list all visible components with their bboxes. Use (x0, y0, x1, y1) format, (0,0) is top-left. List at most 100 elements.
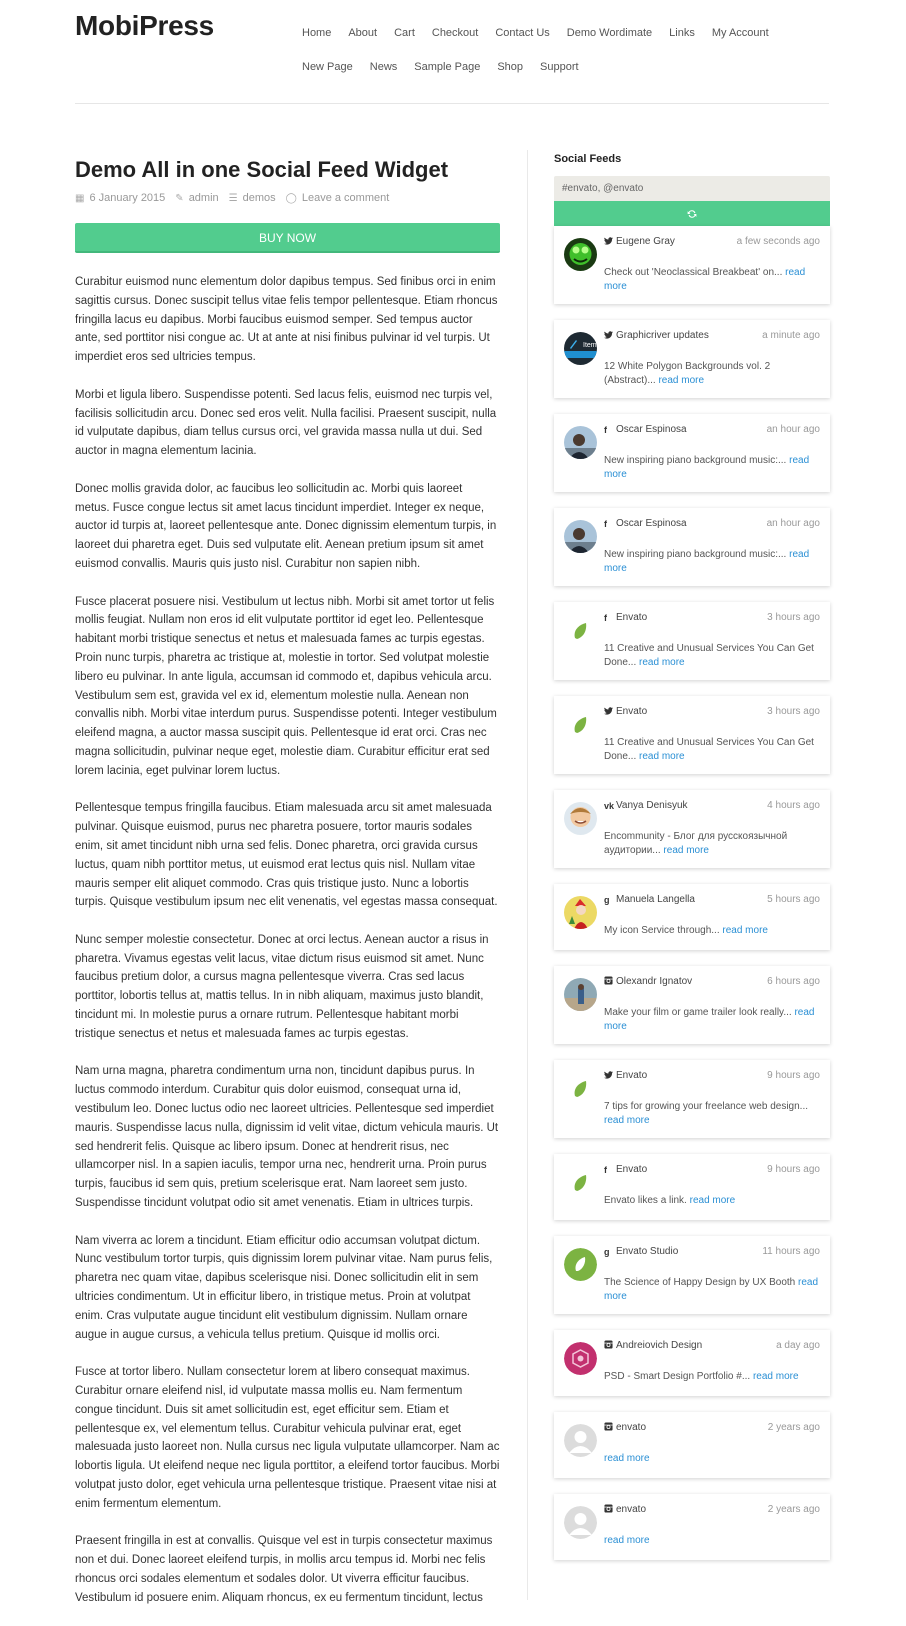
avatar[interactable] (564, 1248, 597, 1281)
site-logo[interactable]: MobiPress (75, 10, 214, 42)
feed-item: Olexandr Ignatov 6 hours ago Make your fil… (554, 966, 830, 1044)
read-more-link[interactable]: read more (722, 925, 768, 936)
post-author[interactable]: admin (189, 192, 219, 204)
avatar[interactable] (564, 1424, 597, 1457)
feed-text: My icon Service through... read more (604, 924, 820, 938)
feed-item: g Manuela Langella 5 hours ago My icon Serv… (554, 884, 830, 950)
nav-item[interactable]: Sample Page (414, 50, 480, 84)
read-more-link[interactable]: read more (604, 1535, 650, 1546)
post-meta: ▦ 6 January 2015 ✎ admin ☰ demos ◯ Leave a c… (75, 191, 500, 205)
post-category[interactable]: demos (243, 192, 276, 204)
post-date[interactable]: 6 January 2015 (89, 192, 165, 204)
feed-text: Check out 'Neoclassical Breakbeat' on...… (604, 266, 820, 294)
feed-item: Andreiovich Design a day ago PSD - Smart D… (554, 1330, 830, 1396)
feed-item-header: envato 2 years ago (604, 1504, 820, 1520)
nav-item[interactable]: Checkout (432, 16, 478, 50)
feed-author-name[interactable]: Envato (616, 612, 647, 623)
instagram-icon (604, 1340, 615, 1351)
feed-author: Graphicriver updates (604, 330, 709, 341)
feed-author-name[interactable]: envato (616, 1504, 646, 1515)
feed-text: 11 Creative and Unusual Services You Can… (604, 736, 820, 764)
avatar[interactable] (564, 802, 597, 835)
feed-author-name[interactable]: Olexandr Ignatov (616, 976, 692, 987)
feed-author-name[interactable]: Graphicriver updates (616, 330, 709, 341)
read-more-link[interactable]: read more (658, 375, 704, 386)
nav-item[interactable]: Shop (497, 50, 523, 84)
feed-item-header: Envato 3 hours ago (604, 706, 820, 722)
avatar[interactable] (564, 978, 597, 1011)
feed-author-name[interactable]: Oscar Espinosa (616, 518, 687, 529)
post-paragraph: Pellentesque tempus fringilla faucibus. … (75, 802, 498, 909)
instagram-icon (604, 1422, 615, 1433)
feed-author-name[interactable]: Vanya Denisyuk (616, 800, 688, 811)
nav-item[interactable]: My Account (712, 16, 769, 50)
feed-author-name[interactable]: Oscar Espinosa (616, 424, 687, 435)
nav-item[interactable]: Cart (394, 16, 415, 50)
avatar[interactable] (564, 238, 597, 271)
buy-now-button[interactable]: BUY NOW (75, 223, 500, 253)
nav-item[interactable]: About (348, 16, 377, 50)
nav-item[interactable]: Support (540, 50, 579, 84)
read-more-link[interactable]: read more (604, 1453, 650, 1464)
feed-time: a minute ago (762, 330, 820, 341)
nav-item[interactable]: Contact Us (495, 16, 549, 50)
feed-excerpt: PSD - Smart Design Portfolio #... (604, 1371, 751, 1382)
avatar[interactable] (564, 426, 597, 459)
read-more-link[interactable]: read more (690, 1195, 736, 1206)
post-paragraph: Praesent fringilla in est at convallis. … (75, 1535, 493, 1604)
avatar[interactable] (564, 1072, 597, 1105)
read-more-link[interactable]: read more (639, 657, 685, 668)
read-more-link[interactable]: read more (663, 845, 709, 856)
nav-item[interactable]: Home (302, 16, 331, 50)
refresh-button[interactable] (554, 201, 830, 226)
feed-query-input[interactable]: #envato, @envato (554, 176, 830, 201)
feed-author: g Manuela Langella (604, 894, 695, 905)
feed-author: f Oscar Espinosa (604, 424, 687, 435)
feed-author-name[interactable]: Andreiovich Design (616, 1340, 702, 1351)
feed-author-name[interactable]: Envato (616, 706, 647, 717)
feed-author-name[interactable]: envato (616, 1422, 646, 1433)
feed-item-header: f Envato 9 hours ago (604, 1164, 820, 1180)
avatar[interactable] (564, 896, 597, 929)
feed-item-header: vk Vanya Denisyuk 4 hours ago (604, 800, 820, 816)
feed-text: Envato likes a link. read more (604, 1194, 820, 1208)
avatar[interactable] (564, 1506, 597, 1539)
sidebar: Social Feeds #envato, @envato Eugene Gra… (554, 150, 830, 1576)
post-title: Demo All in one Social Feed Widget (75, 157, 449, 182)
feed-excerpt: My icon Service through... (604, 925, 720, 936)
feed-item-header: g Envato Studio 11 hours ago (604, 1246, 820, 1262)
refresh-icon (687, 209, 697, 218)
nav-item[interactable]: New Page (302, 50, 353, 84)
nav-item[interactable]: News (370, 50, 398, 84)
avatar[interactable] (564, 614, 597, 647)
avatar[interactable] (564, 1342, 597, 1375)
feed-author-name[interactable]: Envato Studio (616, 1246, 678, 1257)
avatar[interactable] (564, 1166, 597, 1199)
post-paragraph: Nunc semper molestie consectetur. Donec … (75, 933, 489, 1040)
feed-item-header: Olexandr Ignatov 6 hours ago (604, 976, 820, 992)
feed-author-name[interactable]: Envato (616, 1164, 647, 1175)
post-paragraph: Nam urna magna, pharetra condimentum urn… (75, 1065, 499, 1210)
feed-author-name[interactable]: Manuela Langella (616, 894, 695, 905)
feed-author-name[interactable]: Eugene Gray (616, 236, 675, 247)
feed-author-name[interactable]: Envato (616, 1070, 647, 1081)
read-more-link[interactable]: read more (753, 1371, 799, 1382)
feed-text: The Science of Happy Design by UX Booth … (604, 1276, 820, 1304)
feed-author: envato (604, 1422, 646, 1433)
feed-author: g Envato Studio (604, 1246, 678, 1257)
avatar[interactable]: Items (564, 332, 597, 365)
feed-excerpt: Envato likes a link. (604, 1195, 687, 1206)
avatar[interactable] (564, 520, 597, 553)
avatar[interactable] (564, 708, 597, 741)
nav-item[interactable]: Links (669, 16, 695, 50)
read-more-link[interactable]: read more (604, 1115, 650, 1126)
feed-time: 3 hours ago (767, 612, 820, 623)
leave-comment-link[interactable]: Leave a comment (302, 192, 389, 204)
feed-text: 12 White Polygon Backgrounds vol. 2 (Abs… (604, 360, 820, 388)
read-more-link[interactable]: read more (639, 751, 685, 762)
feed-text: PSD - Smart Design Portfolio #... read m… (604, 1370, 820, 1384)
feed-excerpt: 11 Creative and Unusual Services You Can… (604, 643, 814, 668)
nav-item[interactable]: Demo Wordimate (567, 16, 652, 50)
comment-icon: ◯ (285, 192, 297, 204)
feed-item-header: f Envato 3 hours ago (604, 612, 820, 628)
